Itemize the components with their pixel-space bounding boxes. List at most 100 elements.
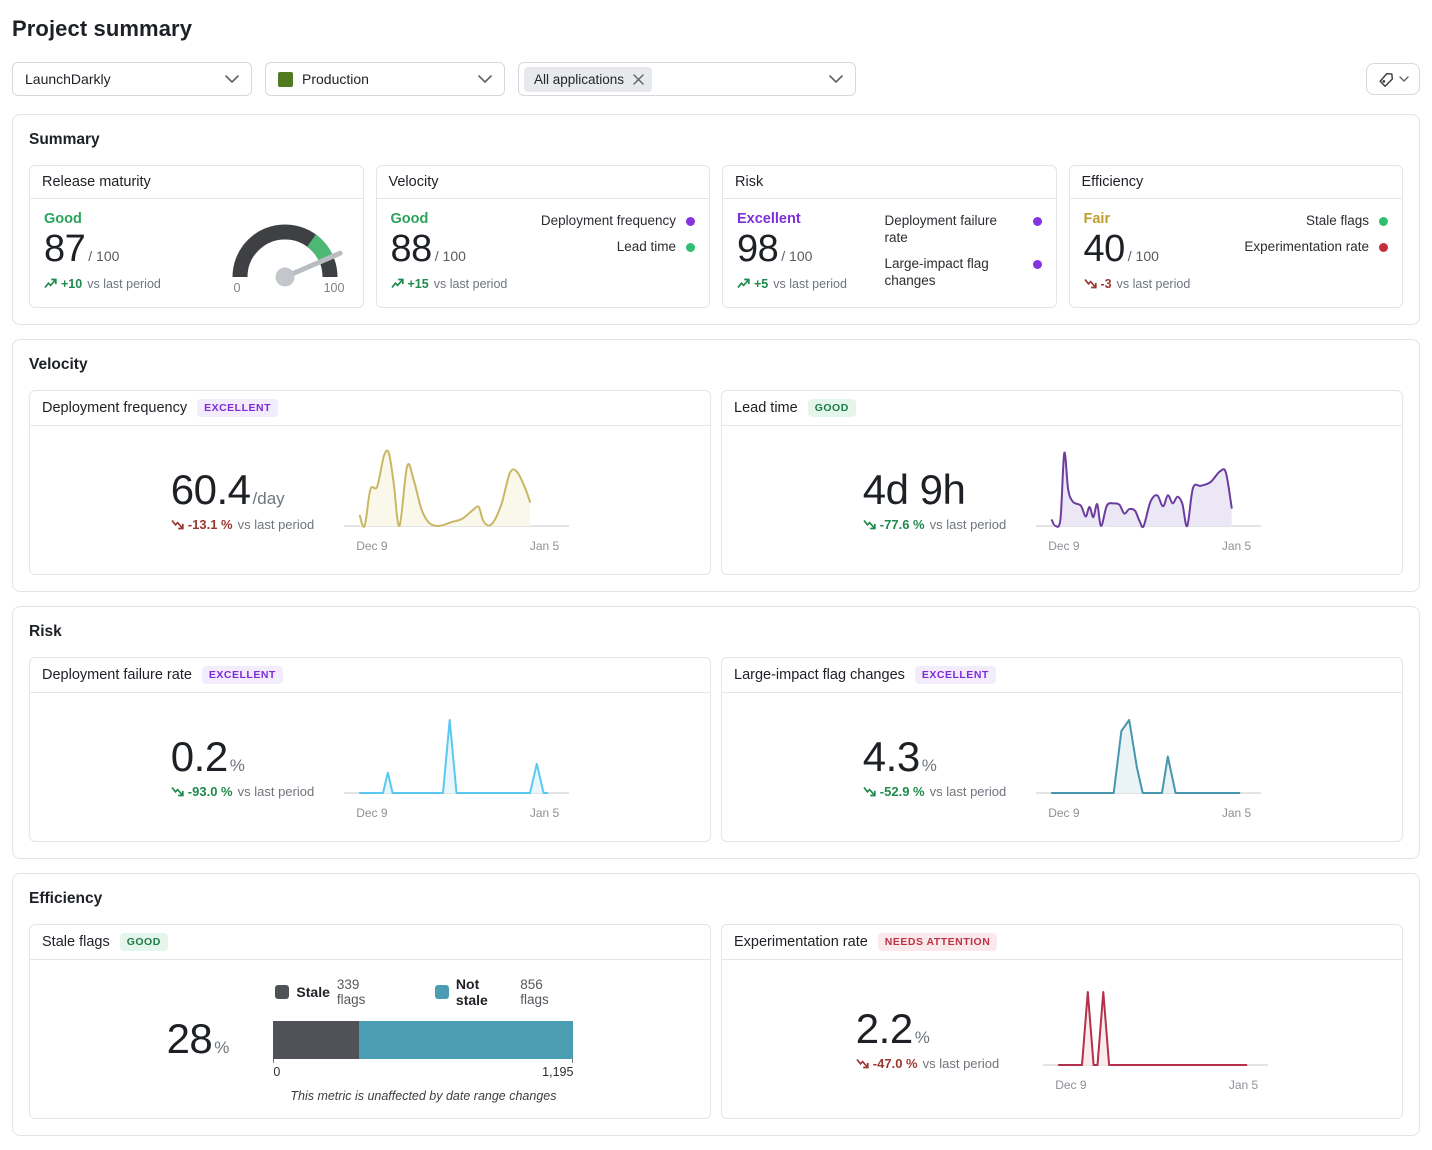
delta: +15 vs last period — [391, 277, 508, 291]
project-select-value: LaunchDarkly — [25, 71, 111, 87]
stale-flags-chart: Stale 339 flags Not stale 856 flags — [273, 976, 573, 1103]
card-title: Velocity — [377, 166, 710, 199]
trend-up-icon — [391, 278, 404, 289]
trend-down-icon — [1084, 278, 1097, 289]
environment-select-value: Production — [302, 71, 369, 87]
x-axis-label: Jan 5 — [530, 806, 559, 820]
velocity-heading: Velocity — [29, 356, 1403, 374]
x-axis-label: Jan 5 — [1222, 806, 1251, 820]
deployment-failure-rate-chart: Dec 9 Jan 5 — [344, 715, 569, 820]
metric-title: Deployment failure rate — [42, 667, 192, 683]
efficiency-heading: Efficiency — [29, 890, 1403, 908]
filter-bar: LaunchDarkly Production All applications — [12, 62, 1420, 96]
risk-legend: Deployment failure rate Large-impact fla… — [885, 211, 1042, 295]
environment-color-swatch — [278, 72, 293, 87]
metric-title: Lead time — [734, 400, 798, 416]
svg-text:0: 0 — [233, 281, 240, 295]
summary-card-risk: Risk Excellent 98 / 100 +5 — [722, 165, 1057, 308]
chevron-down-icon — [1399, 76, 1409, 82]
delta: +10 vs last period — [44, 277, 161, 291]
x-axis-label: Dec 9 — [356, 539, 387, 553]
trend-down-icon — [863, 786, 876, 797]
trend-up-icon — [44, 278, 57, 289]
legend-item: Deployment frequency — [541, 213, 695, 230]
lead-time-chart: Dec 9 Jan 5 — [1036, 448, 1261, 553]
metric-stat: 28 % — [167, 1017, 230, 1061]
metric-card-deployment-failure-rate: Deployment failure rate EXCELLENT 0.2 % … — [29, 657, 711, 842]
metric-title: Deployment frequency — [42, 400, 187, 416]
x-axis-label: Jan 5 — [1222, 539, 1251, 553]
environment-select[interactable]: Production — [265, 62, 505, 96]
score: 88 / 100 — [391, 229, 508, 271]
delta: -47.0 % vs last period — [856, 1056, 999, 1071]
tag-filter-button[interactable] — [1366, 63, 1420, 95]
score: 98 / 100 — [737, 229, 847, 271]
efficiency-section: Efficiency Stale flags GOOD 28 % — [12, 873, 1420, 1136]
x-axis-label: Dec 9 — [356, 806, 387, 820]
legend-dot — [1379, 243, 1388, 252]
not-stale-segment — [359, 1021, 574, 1059]
legend-dot — [1379, 217, 1388, 226]
card-title: Risk — [723, 166, 1056, 199]
status-label: Good — [44, 211, 161, 227]
svg-text:100: 100 — [323, 281, 344, 295]
stale-flags-stacked-bar — [273, 1021, 573, 1059]
x-axis-min: 0 — [273, 1065, 280, 1079]
risk-heading: Risk — [29, 623, 1403, 641]
summary-heading: Summary — [29, 131, 1403, 149]
legend-item: Lead time — [617, 239, 695, 256]
score: 87 / 100 — [44, 229, 161, 271]
chevron-down-icon — [478, 75, 492, 83]
legend-item: Stale 339 flags — [275, 976, 388, 1008]
efficiency-legend: Stale flags Experimentation rate — [1244, 211, 1388, 295]
large-impact-flag-changes-chart: Dec 9 Jan 5 — [1036, 715, 1261, 820]
legend-swatch — [275, 985, 289, 999]
project-summary-page: Project summary LaunchDarkly Production … — [0, 0, 1432, 1150]
applications-chip-label: All applications — [534, 72, 624, 87]
legend-item: Deployment failure rate — [885, 213, 1042, 247]
status-label: Good — [391, 211, 508, 227]
stale-segment — [273, 1021, 358, 1059]
chevron-down-icon — [225, 75, 239, 83]
status-badge: EXCELLENT — [197, 399, 278, 417]
status-badge: NEEDS ATTENTION — [878, 933, 998, 951]
x-axis-label: Dec 9 — [1048, 806, 1079, 820]
metric-card-large-impact-flag-changes: Large-impact flag changes EXCELLENT 4.3 … — [721, 657, 1403, 842]
page-title: Project summary — [12, 16, 1420, 42]
legend-dot — [1033, 260, 1042, 269]
metric-stat: 60.4 /day -13.1 % vs last period — [171, 468, 314, 532]
status-label: Fair — [1084, 211, 1191, 227]
chip-remove-icon[interactable] — [633, 74, 644, 85]
metric-stat: 4.3 % -52.9 % vs last period — [863, 735, 1006, 799]
delta: +5 vs last period — [737, 277, 847, 291]
x-axis-label: Jan 5 — [1229, 1078, 1258, 1092]
legend-item: Stale flags — [1306, 213, 1388, 230]
trend-down-icon — [171, 519, 184, 530]
velocity-legend: Deployment frequency Lead time — [541, 211, 695, 295]
risk-section: Risk Deployment failure rate EXCELLENT 0… — [12, 606, 1420, 859]
legend-dot — [1033, 217, 1042, 226]
legend-item: Large-impact flag changes — [885, 256, 1042, 290]
metric-card-stale-flags: Stale flags GOOD 28 % St — [29, 924, 711, 1119]
status-badge: GOOD — [120, 933, 168, 951]
applications-select[interactable]: All applications — [518, 62, 856, 96]
experimentation-rate-chart: Dec 9 Jan 5 — [1043, 987, 1268, 1092]
metric-note: This metric is unaffected by date range … — [273, 1089, 573, 1103]
delta: -13.1 % vs last period — [171, 517, 314, 532]
metric-card-lead-time: Lead time GOOD 4d 9h -77.6 % — [721, 390, 1403, 575]
x-axis-label: Dec 9 — [1055, 1078, 1086, 1092]
status-badge: EXCELLENT — [202, 666, 283, 684]
summary-section: Summary Release maturity Good 87 / 100 — [12, 114, 1420, 325]
project-select[interactable]: LaunchDarkly — [12, 62, 252, 96]
card-title: Release maturity — [30, 166, 363, 199]
legend-item: Experimentation rate — [1244, 239, 1388, 256]
status-badge: EXCELLENT — [915, 666, 996, 684]
card-title: Efficiency — [1070, 166, 1403, 199]
trend-down-icon — [171, 786, 184, 797]
x-axis-label: Dec 9 — [1048, 539, 1079, 553]
delta: -52.9 % vs last period — [863, 784, 1006, 799]
metric-stat: 0.2 % -93.0 % vs last period — [171, 735, 314, 799]
legend-dot — [686, 217, 695, 226]
metric-stat: 4d 9h -77.6 % vs last period — [863, 468, 1006, 532]
metric-card-experimentation-rate: Experimentation rate NEEDS ATTENTION 2.2… — [721, 924, 1403, 1119]
